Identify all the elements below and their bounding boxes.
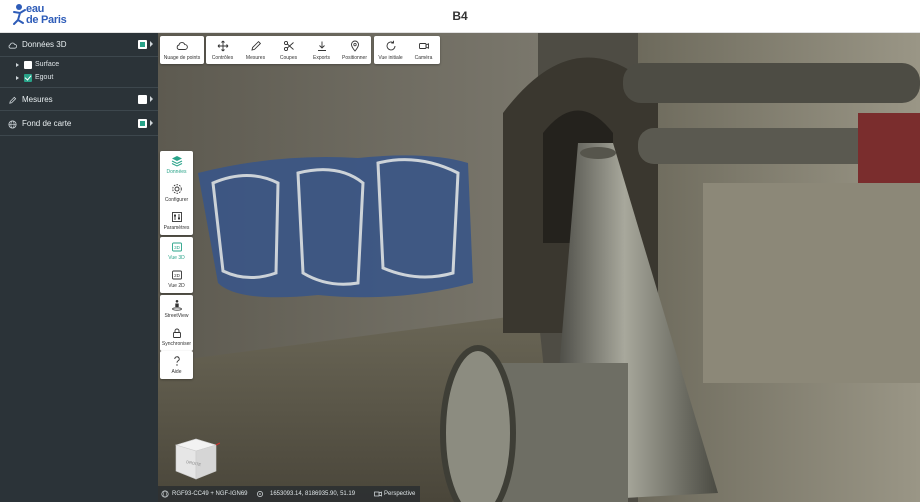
layers-icon [171, 156, 182, 167]
target-icon [257, 491, 263, 497]
side-streetview-button[interactable]: StreetView [160, 295, 193, 323]
pedestrian-icon [171, 300, 182, 311]
lock-icon [172, 328, 181, 338]
side-vue-3d-button[interactable]: 3D Vue 3D [160, 237, 193, 265]
chevron-right-icon[interactable] [150, 96, 153, 102]
toolbar-label: Exports [313, 55, 330, 61]
section-donnees-3d[interactable]: Données 3D [0, 33, 158, 57]
side-tool-label: Vue 3D [168, 255, 185, 261]
section-mesures[interactable]: Mesures [0, 87, 158, 111]
toolbar-label: Coupes [279, 55, 298, 61]
cloud-icon [8, 42, 17, 49]
page-title: B4 [452, 9, 468, 23]
toolbar-label: Mesures [245, 55, 266, 61]
section-checkbox[interactable] [138, 119, 147, 128]
toolbar-mesures-button[interactable]: Mesures [239, 36, 272, 64]
camera-icon [374, 491, 382, 497]
side-tools-help: Aide [160, 351, 193, 379]
side-tool-label: Données [166, 169, 187, 175]
toolbar-group-view: Vue initiale Caméra [374, 36, 440, 64]
section-checkbox[interactable] [138, 40, 147, 49]
move-icon [217, 40, 228, 52]
side-tool-label: StreetView [164, 313, 189, 319]
toolbar-positionner-button[interactable]: Positionner [338, 36, 371, 64]
view-3d-icon: 3D [171, 242, 182, 252]
toolbar-nuage-button[interactable]: Nuage de points [160, 36, 204, 64]
section-label: Mesures [22, 95, 53, 104]
layer-checkbox[interactable] [24, 74, 32, 82]
toolbar-vue-initiale-button[interactable]: Vue initiale [374, 36, 407, 64]
globe-icon [8, 120, 17, 129]
toolbar-group-tools: Contrôles Mesures Coupes Exports Positio… [206, 36, 371, 64]
side-tool-label: Aide [171, 369, 182, 375]
toolbar-exports-button[interactable]: Exports [305, 36, 338, 64]
side-tool-label: Synchroniser [161, 341, 192, 347]
view-2d-icon: 2D [171, 270, 182, 280]
toolbar-label: Nuage de points [163, 55, 201, 61]
pencil-icon [9, 96, 17, 104]
side-tool-label: Paramètres [163, 225, 190, 231]
side-synchroniser-button[interactable]: Synchroniser [160, 323, 193, 351]
toolbar-label: Contrôles [211, 55, 234, 61]
toolbar-label: Vue initiale [378, 55, 403, 61]
reset-icon [386, 40, 395, 51]
coordinates-text: 1653093.14, 8186935.90, 51.19 [270, 491, 356, 497]
camera-icon [418, 43, 429, 49]
section-checkbox[interactable] [138, 95, 147, 104]
point-cloud-scene[interactable] [158, 33, 920, 502]
cloud-icon [176, 42, 188, 50]
toolbar-label: Positionner [341, 55, 367, 61]
globe-icon [161, 490, 169, 498]
pencil-icon [250, 40, 261, 51]
scissors-icon [283, 40, 294, 52]
side-tool-label: Configurer [164, 197, 189, 203]
side-tools-street: StreetView Synchroniser [160, 295, 193, 351]
layer-label: Egout [35, 74, 54, 81]
toolbar-label: Caméra [414, 55, 433, 61]
side-aide-button[interactable]: Aide [160, 351, 193, 379]
chevron-right-icon[interactable] [16, 63, 19, 67]
toolbar-group-cloud: Nuage de points [160, 36, 204, 64]
graffiti-art [198, 155, 473, 298]
side-donnees-button[interactable]: Données [160, 151, 193, 179]
side-tools-views: 3D Vue 3D 2D Vue 2D [160, 237, 193, 293]
chevron-right-icon[interactable] [150, 41, 153, 47]
crs-text: RGF93-CC49 + NGF-IGN69 [172, 491, 248, 497]
toolbar-coupes-button[interactable]: Coupes [272, 36, 305, 64]
top-bar: eau de Paris B4 [0, 0, 920, 33]
toolbar-camera-button[interactable]: Caméra [407, 36, 440, 64]
toolbar-controles-button[interactable]: Contrôles [206, 36, 239, 64]
status-bar: RGF93-CC49 + NGF-IGN69 1653093.14, 81869… [158, 486, 420, 502]
download-icon [317, 41, 326, 51]
side-tools-data: Données Configurer Paramètres [160, 151, 193, 235]
svg-text:2D: 2D [174, 273, 181, 278]
layer-label: Surface [35, 61, 60, 68]
chevron-right-icon[interactable] [16, 76, 19, 80]
sliders-icon [171, 212, 182, 222]
side-parametres-button[interactable]: Paramètres [160, 207, 193, 235]
navigation-cube[interactable]: DROITE [170, 435, 220, 483]
pin-icon [350, 40, 359, 52]
side-vue-2d-button[interactable]: 2D Vue 2D [160, 265, 193, 293]
section-label: Données 3D [22, 40, 67, 49]
side-tool-label: Vue 2D [168, 283, 185, 289]
section-label: Fond de carte [22, 119, 72, 128]
layer-checkbox[interactable] [24, 61, 32, 69]
gear-icon [171, 184, 182, 194]
3d-viewport[interactable]: Nuage de points Contrôles Mesures Coupes [158, 33, 920, 502]
chevron-right-icon[interactable] [150, 120, 153, 126]
question-icon [173, 356, 180, 366]
svg-text:3D: 3D [174, 245, 181, 250]
section-fond-de-carte[interactable]: Fond de carte [0, 112, 158, 136]
side-configurer-button[interactable]: Configurer [160, 179, 193, 207]
projection-text[interactable]: Perspective [384, 491, 415, 497]
sidebar: Données 3D Surface Egout Mesures Fond de… [0, 33, 158, 502]
